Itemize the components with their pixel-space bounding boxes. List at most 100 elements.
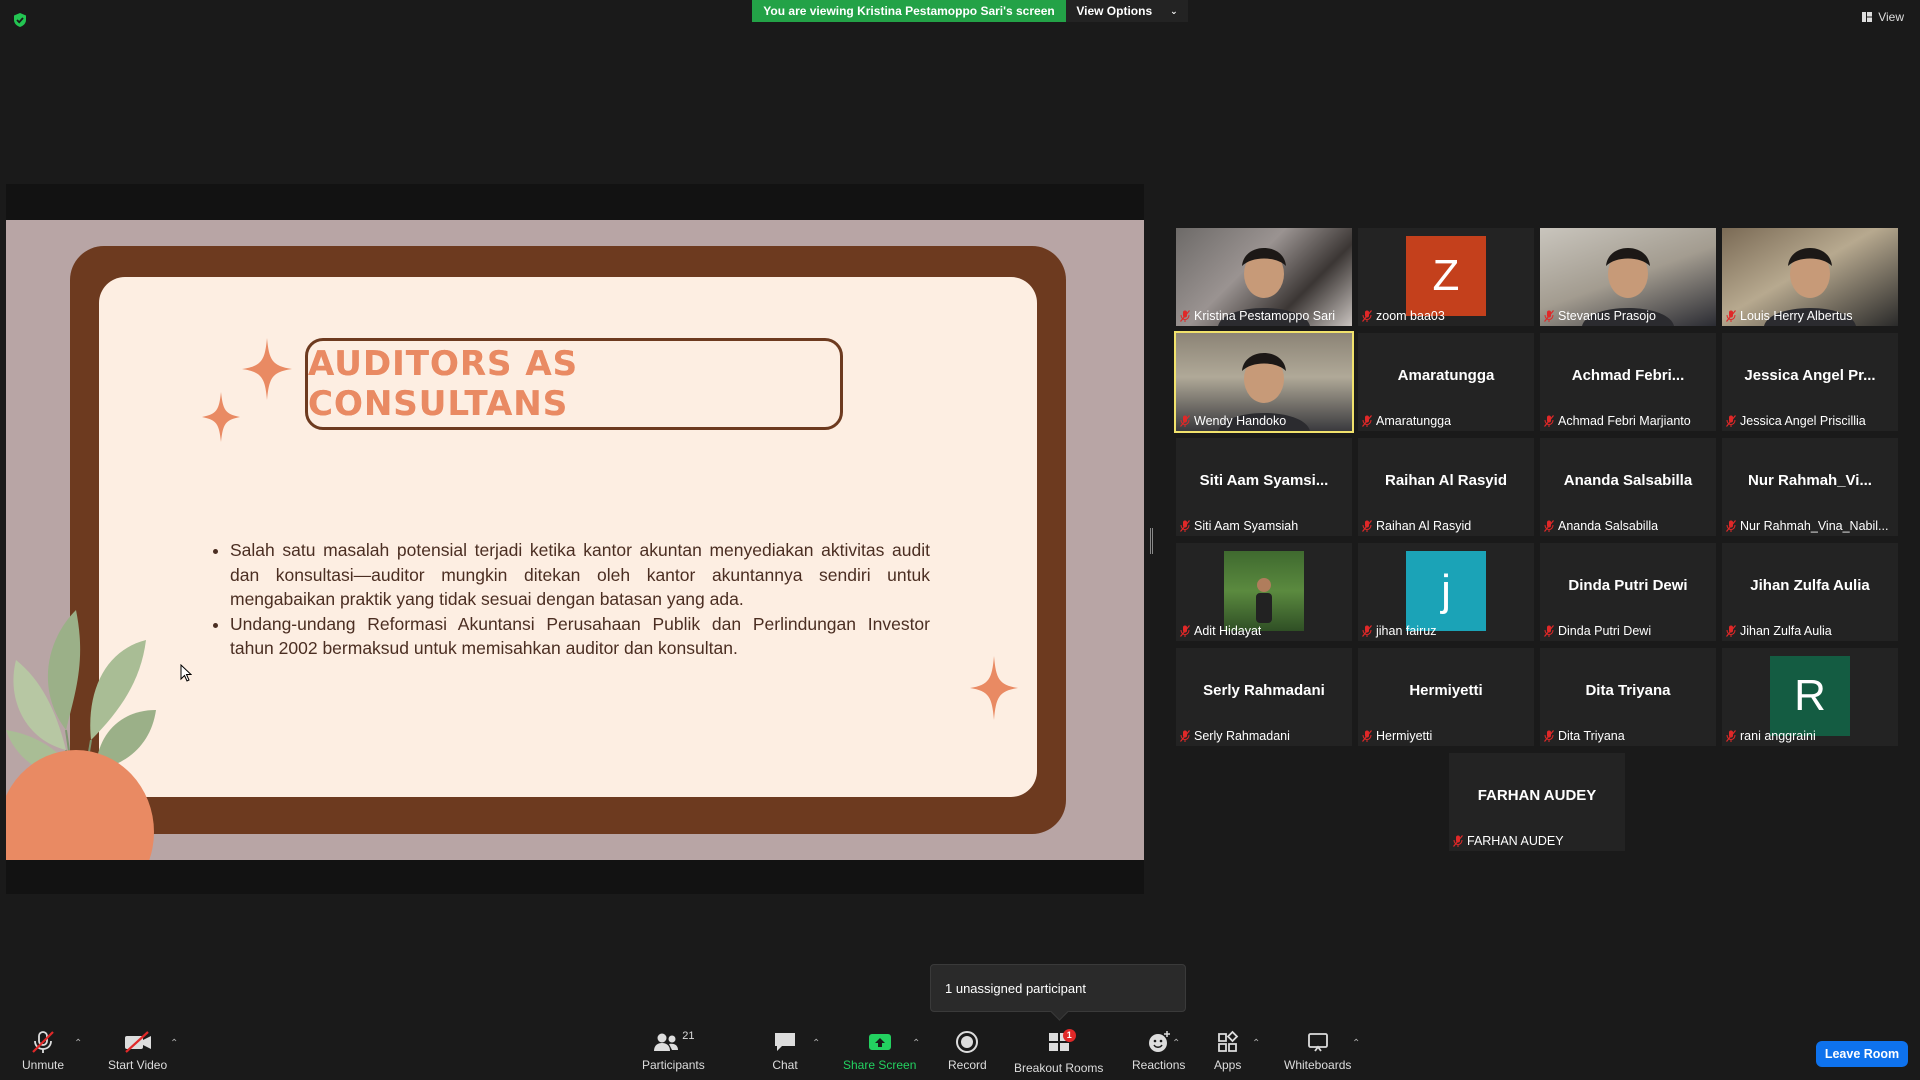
breakout-rooms-button[interactable]: 1 Breakout Rooms [1014,1029,1104,1075]
participant-display-name: Raihan Al Rasyid [1385,472,1507,489]
microphone-muted-icon [1180,730,1190,742]
participant-tile[interactable]: Serly Rahmadani Serly Rahmadani [1176,648,1352,746]
grid-view-icon [1862,12,1873,22]
participant-name-label: Jessica Angel Priscillia [1726,413,1866,429]
participant-tile[interactable]: Louis Herry Albertus [1722,228,1898,326]
participant-name: Nur Rahmah_Vina_Nabil... [1740,519,1889,533]
participant-display-name: Jihan Zulfa Aulia [1750,577,1870,594]
sparkle-icon [242,338,292,400]
leave-room-button[interactable]: Leave Room [1816,1041,1908,1067]
participant-tile[interactable]: Amaratungga Amaratungga [1358,333,1534,431]
participant-tile[interactable]: Jessica Angel Pr... Jessica Angel Priscil… [1722,333,1898,431]
participant-name-label: Adit Hidayat [1180,623,1261,639]
participant-tile[interactable]: Stevanus Prasojo [1540,228,1716,326]
slide-title: AUDITORS AS CONSULTANS [308,344,579,424]
participant-name: Ananda Salsabilla [1558,519,1659,533]
participant-name: Dinda Putri Dewi [1558,624,1652,638]
record-icon [956,1031,979,1053]
participant-display-name: Dinda Putri Dewi [1568,577,1688,594]
participant-name-label: zoom baa03 [1362,308,1445,324]
whiteboards-options-caret[interactable]: ⌃ [1352,1038,1360,1049]
participants-count: 21 [682,1030,695,1042]
whiteboards-button[interactable]: Whiteboards [1284,1030,1351,1072]
microphone-muted-icon [32,1031,54,1053]
participant-name-label: Nur Rahmah_Vina_Nabil... [1726,518,1888,534]
participant-name-label: Dinda Putri Dewi [1544,623,1651,639]
participant-name-label: Louis Herry Albertus [1726,308,1853,324]
participant-tile[interactable]: Adit Hidayat [1176,543,1352,641]
participant-tile[interactable]: Kristina Pestamoppo Sari [1176,228,1352,326]
participant-tile[interactable]: Jihan Zulfa Aulia Jihan Zulfa Aulia [1722,543,1898,641]
start-video-button[interactable]: Start Video [108,1030,167,1072]
sparkle-icon [970,656,1018,720]
participant-display-name: Hermiyetti [1409,682,1483,699]
apps-label: Apps [1214,1058,1242,1072]
participant-avatar: Z [1406,236,1486,316]
view-options-dropdown[interactable]: View Options ⌄ [1066,0,1188,22]
chat-icon [775,1033,795,1051]
microphone-muted-icon [1544,310,1554,322]
participant-avatar: j [1406,551,1486,631]
participant-tile[interactable]: Wendy Handoko [1174,331,1354,433]
breakout-badge: 1 [1062,1029,1076,1042]
participant-name: zoom baa03 [1376,309,1445,323]
slide-bullet: Undang-undang Reformasi Akuntansi Perusa… [230,612,930,661]
record-button[interactable]: Record [948,1030,987,1072]
participant-tile[interactable]: Raihan Al Rasyid Raihan Al Rasyid [1358,438,1534,536]
chat-options-caret[interactable]: ⌃ [812,1038,820,1049]
participant-name: Wendy Handoko [1194,414,1287,428]
sparkle-icon [202,392,240,442]
microphone-muted-icon [1726,310,1736,322]
share-screen-label: Share Screen [843,1058,917,1072]
microphone-muted-icon [1180,310,1190,322]
view-button[interactable]: View [1861,10,1904,24]
participant-name-label: Siti Aam Syamsiah [1180,518,1298,534]
reactions-options-caret[interactable]: ⌃ [1172,1038,1180,1049]
share-screen-button[interactable]: Share Screen [843,1030,916,1072]
tooltip-text: 1 unassigned participant [945,980,1086,996]
microphone-muted-icon [1726,625,1736,637]
participant-tile[interactable]: Zzoom baa03 [1358,228,1534,326]
participant-name: Stevanus Prasojo [1558,309,1656,323]
participant-tile[interactable]: Rrani anggraini [1722,648,1898,746]
start-video-label: Start Video [108,1058,168,1072]
participant-name-label: Hermiyetti [1362,728,1432,744]
microphone-muted-icon [1453,835,1463,847]
participant-tile[interactable]: Ananda Salsabilla Ananda Salsabilla [1540,438,1716,536]
apps-button[interactable]: Apps [1214,1030,1241,1072]
participant-tile[interactable]: Nur Rahmah_Vi... Nur Rahmah_Vina_Nabil... [1722,438,1898,536]
participant-tile[interactable]: Hermiyetti Hermiyetti [1358,648,1534,746]
participant-tile[interactable]: Dita Triyana Dita Triyana [1540,648,1716,746]
shared-screen: AUDITORS AS CONSULTANS Salah satu masala… [6,184,1144,894]
apps-options-caret[interactable]: ⌃ [1252,1038,1260,1049]
video-options-caret[interactable]: ⌃ [170,1038,178,1049]
participant-tile[interactable]: j jihan fairuz [1358,543,1534,641]
participant-tile[interactable]: FARHAN AUDEY FARHAN AUDEY [1449,753,1625,851]
participant-name: jihan fairuz [1376,624,1437,638]
participant-tile[interactable]: Siti Aam Syamsi... Siti Aam Syamsiah [1176,438,1352,536]
reactions-button[interactable]: Reactions [1132,1030,1185,1072]
participant-name-label: Wendy Handoko [1180,413,1286,429]
chat-button[interactable]: Chat [772,1030,798,1072]
unmute-button[interactable]: Unmute [22,1030,64,1072]
participant-display-name: Siti Aam Syamsi... [1199,472,1329,489]
microphone-muted-icon [1726,415,1736,427]
participant-display-name: Achmad Febri... [1571,367,1685,384]
participant-name-label: jihan fairuz [1362,623,1436,639]
participant-name-label: Amaratungga [1362,413,1451,429]
whiteboards-label: Whiteboards [1284,1058,1352,1072]
participant-name-label: Kristina Pestamoppo Sari [1180,308,1335,324]
participant-tile[interactable]: Dinda Putri Dewi Dinda Putri Dewi [1540,543,1716,641]
participant-display-name: Ananda Salsabilla [1563,472,1693,489]
breakout-rooms-label: Breakout Rooms [1014,1061,1104,1075]
share-screen-icon [868,1034,891,1050]
audio-options-caret[interactable]: ⌃ [74,1038,82,1049]
potted-plant-illustration [6,610,156,860]
participants-button[interactable]: 21 Participants [642,1030,705,1072]
security-shield-icon[interactable] [12,12,28,28]
participant-tile[interactable]: Achmad Febri... Achmad Febri Marjianto [1540,333,1716,431]
splitter-handle[interactable] [1150,528,1153,554]
slide-bullet-list: Salah satu masalah potensial terjadi ket… [212,538,930,661]
share-options-caret[interactable]: ⌃ [912,1038,920,1049]
viewing-screen-banner: You are viewing Kristina Pestamoppo Sari… [752,0,1066,22]
